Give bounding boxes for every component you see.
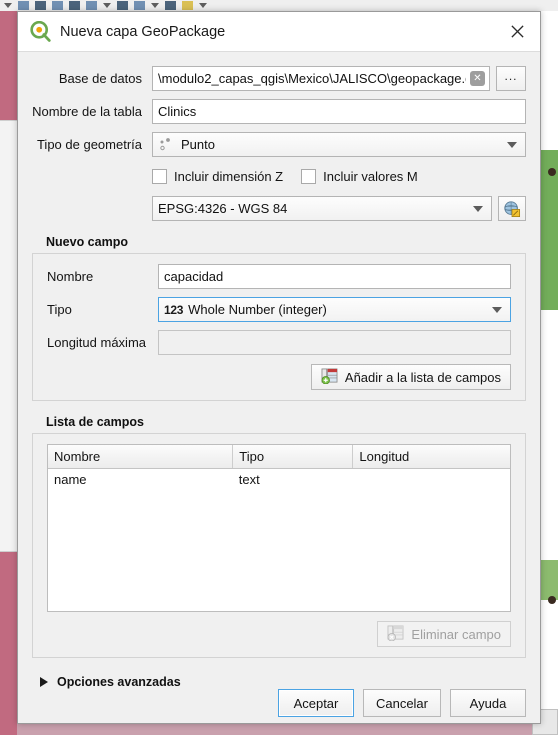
add-field-button-label: Añadir a la lista de campos bbox=[344, 369, 501, 385]
include-z-checkbox[interactable] bbox=[152, 168, 167, 184]
map-point-marker bbox=[548, 168, 556, 176]
accept-button[interactable]: Aceptar bbox=[277, 689, 354, 717]
geometry-type-label: Tipo de geometría bbox=[36, 137, 142, 152]
new-field-group: Nuevo campo Nombre capacidad Tipo 123 Wh… bbox=[32, 235, 526, 401]
field-name-label: Nombre bbox=[47, 269, 94, 284]
delete-field-row: Eliminar campo bbox=[47, 621, 511, 647]
geometry-type-select[interactable]: Punto bbox=[152, 132, 526, 157]
toolbar-icon bbox=[69, 1, 80, 10]
table-name-input[interactable]: Clinics bbox=[152, 99, 526, 124]
new-geopackage-layer-dialog: Nueva capa GeoPackage Base de datos \mod… bbox=[17, 11, 541, 724]
field-type-select[interactable]: 123 Whole Number (integer) bbox=[158, 297, 511, 322]
toolbar-icon bbox=[165, 1, 176, 10]
add-field-button[interactable]: Añadir a la lista de campos bbox=[310, 364, 511, 390]
point-geometry-icon bbox=[158, 137, 175, 152]
dialog-footer: Aceptar Cancelar Ayuda bbox=[18, 689, 540, 731]
toolbar-icon bbox=[35, 1, 46, 10]
toolbar-arrow-icon bbox=[103, 3, 111, 8]
globe-select-crs-icon[interactable] bbox=[498, 196, 526, 221]
chevron-down-icon bbox=[473, 205, 483, 212]
include-z-label: Incluir dimensión Z bbox=[174, 168, 284, 184]
cell-longitud bbox=[353, 469, 510, 491]
database-row: Base de datos \modulo2_capas_qgis\Mexico… bbox=[32, 66, 526, 91]
browse-database-button[interactable]: ... bbox=[496, 66, 526, 91]
toolbar-icon bbox=[52, 1, 63, 10]
add-field-icon bbox=[321, 368, 338, 387]
chevron-down-icon bbox=[492, 306, 502, 313]
database-input[interactable]: \modulo2_capas_qgis\Mexico\JALISCO\geopa… bbox=[152, 66, 490, 91]
max-length-label: Longitud máxima bbox=[47, 335, 146, 350]
column-header-longitud[interactable]: Longitud bbox=[352, 445, 510, 469]
table-name-value: Clinics bbox=[158, 104, 197, 119]
crs-value: EPSG:4326 - WGS 84 bbox=[158, 201, 288, 216]
toolbar-icon bbox=[86, 1, 97, 10]
dialog-titlebar: Nueva capa GeoPackage bbox=[18, 12, 540, 52]
field-list-group-title: Lista de campos bbox=[46, 415, 144, 429]
help-button[interactable]: Ayuda bbox=[450, 689, 526, 717]
database-label: Base de datos bbox=[58, 71, 142, 86]
field-type-label: Tipo bbox=[47, 302, 72, 317]
delete-field-button-label: Eliminar campo bbox=[411, 626, 501, 642]
new-field-frame: Nombre capacidad Tipo 123 Whole Number (… bbox=[32, 253, 526, 401]
table-name-row: Nombre de la tabla Clinics bbox=[32, 99, 526, 124]
crs-select[interactable]: EPSG:4326 - WGS 84 bbox=[152, 196, 492, 221]
number-type-icon: 123 bbox=[164, 302, 184, 317]
add-field-row: Añadir a la lista de campos bbox=[47, 364, 511, 390]
dialog-body: Base de datos \modulo2_capas_qgis\Mexico… bbox=[18, 52, 540, 689]
include-m-checkbox[interactable] bbox=[301, 168, 317, 184]
max-length-input[interactable] bbox=[158, 330, 511, 355]
delete-field-button[interactable]: Eliminar campo bbox=[377, 621, 511, 647]
toolbar-arrow-icon bbox=[151, 3, 159, 8]
chevron-down-icon bbox=[507, 141, 517, 148]
chevron-right-icon bbox=[40, 677, 48, 687]
layers-panel-left bbox=[0, 120, 17, 552]
max-length-row: Longitud máxima bbox=[47, 330, 511, 355]
column-header-nombre[interactable]: Nombre bbox=[48, 445, 234, 469]
qgis-logo-icon bbox=[30, 20, 51, 42]
crs-row: EPSG:4326 - WGS 84 bbox=[152, 196, 526, 221]
field-type-value: Whole Number (integer) bbox=[188, 302, 327, 317]
toolbar-icon bbox=[182, 1, 193, 10]
toolbar-icon bbox=[117, 1, 128, 10]
table-header-row: Nombre Tipo Longitud bbox=[48, 445, 510, 469]
field-name-input[interactable]: capacidad bbox=[158, 264, 511, 289]
geometry-type-row: Tipo de geometría Punto bbox=[32, 132, 526, 157]
toolbar-icon bbox=[134, 1, 145, 10]
field-type-row: Tipo 123 Whole Number (integer) bbox=[47, 297, 511, 322]
field-list-table: Nombre Tipo Longitud name text bbox=[48, 445, 510, 490]
include-m-label: Incluir valores M bbox=[323, 168, 418, 184]
toolbar-arrow-icon bbox=[199, 3, 207, 8]
map-point-marker bbox=[548, 596, 556, 604]
cell-tipo: text bbox=[238, 472, 260, 487]
field-name-row: Nombre capacidad bbox=[47, 264, 511, 289]
close-icon[interactable] bbox=[504, 19, 530, 45]
cancel-button[interactable]: Cancelar bbox=[362, 689, 441, 717]
table-name-label: Nombre de la tabla bbox=[32, 104, 142, 119]
toolbar-icon bbox=[18, 1, 29, 10]
geometry-type-value: Punto bbox=[181, 137, 215, 152]
delete-field-icon bbox=[387, 625, 404, 644]
database-value: \modulo2_capas_qgis\Mexico\JALISCO\geopa… bbox=[158, 71, 466, 86]
advanced-options-label: Opciones avanzadas bbox=[57, 675, 181, 689]
cell-nombre: name bbox=[54, 472, 87, 487]
background-toolbar-icons bbox=[0, 0, 558, 11]
advanced-options-toggle[interactable]: Opciones avanzadas bbox=[40, 675, 526, 689]
dialog-title: Nueva capa GeoPackage bbox=[60, 23, 226, 40]
field-list-table-container[interactable]: Nombre Tipo Longitud name text bbox=[47, 444, 511, 612]
clear-icon[interactable]: ✕ bbox=[470, 71, 485, 86]
toolbar-arrow-icon bbox=[4, 3, 12, 8]
dimension-options-row: Incluir dimensión Z Incluir valores M bbox=[152, 165, 526, 187]
field-list-group: Lista de campos Nombre Tipo Longitud nam… bbox=[32, 415, 526, 658]
column-header-tipo[interactable]: Tipo bbox=[232, 445, 354, 469]
new-field-group-title: Nuevo campo bbox=[46, 235, 128, 249]
table-row[interactable]: name text bbox=[48, 469, 510, 491]
field-name-value: capacidad bbox=[164, 269, 224, 284]
field-list-frame: Nombre Tipo Longitud name text Eliminar … bbox=[32, 433, 526, 658]
